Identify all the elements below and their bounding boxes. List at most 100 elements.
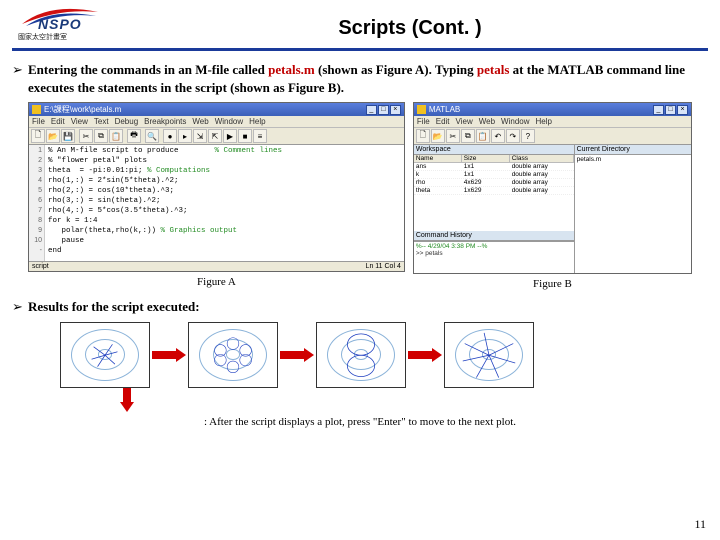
menu-edit[interactable]: Edit [436, 117, 450, 126]
menu-file[interactable]: File [32, 117, 45, 126]
paste-icon[interactable]: 📋 [476, 129, 490, 143]
copy-icon[interactable]: ⧉ [461, 129, 475, 143]
petal-curve-icon [199, 329, 267, 381]
b1-red1: petals.m [268, 62, 315, 77]
menu-web[interactable]: Web [479, 117, 495, 126]
step-icon[interactable]: ▸ [178, 129, 192, 143]
minimize-button[interactable]: _ [366, 105, 377, 115]
stop-icon[interactable]: ■ [238, 129, 252, 143]
footnote-text: : After the script displays a plot, pres… [204, 416, 516, 428]
curdir-title: Current Directory [575, 145, 691, 155]
workspace-pane[interactable]: NameSizeClass ans1x1double arrayk1x1doub… [414, 155, 574, 231]
save-icon[interactable]: 💾 [61, 129, 75, 143]
editor-body[interactable]: 12345678910- % An M-file script to produ… [29, 145, 404, 261]
logo-text: NSPO [38, 16, 82, 32]
matlab-titlebar[interactable]: MATLAB _ □ × [414, 103, 691, 116]
cut-icon[interactable]: ✂ [446, 129, 460, 143]
editor-menubar[interactable]: File Edit View Text Debug Breakpoints Web Windo… [29, 116, 404, 128]
matlab-menubar[interactable]: File Edit View Web Window Help [414, 116, 691, 128]
page-number: 11 [694, 517, 706, 532]
matlab-body: Workspace NameSizeClass ans1x1double arr… [414, 145, 691, 273]
history-title: Command History [414, 231, 574, 241]
menu-file[interactable]: File [417, 117, 430, 126]
stack-icon[interactable]: ≡ [253, 129, 267, 143]
editor-statusbar: script Ln 11 Col 4 [29, 261, 404, 271]
menu-window[interactable]: Window [501, 117, 529, 126]
menu-window[interactable]: Window [215, 117, 243, 126]
b1-red2: petals [477, 62, 510, 77]
arrow-right-icon [280, 348, 314, 362]
menu-help[interactable]: Help [249, 117, 265, 126]
bullet-1: ➢ Entering the commands in an M-file cal… [0, 57, 720, 100]
menu-help[interactable]: Help [536, 117, 552, 126]
menu-text[interactable]: Text [94, 117, 109, 126]
matlab-icon [417, 105, 426, 114]
editor-toolbar[interactable]: 🗋 📂 💾 ✂ ⧉ 📋 🖶 🔍 ● ▸ ⇲ ⇱ ▶ ■ ≡ [29, 128, 404, 145]
workspace-row[interactable]: k1x1double array [414, 171, 574, 179]
slide-title: Scripts (Cont. ) [112, 11, 708, 40]
run-icon[interactable]: ▶ [223, 129, 237, 143]
figure-b-caption: Figure B [413, 274, 692, 292]
bullet-icon: ➢ [12, 61, 23, 79]
minimize-button[interactable]: _ [653, 105, 664, 115]
matlab-toolbar[interactable]: 🗋 📂 ✂ ⧉ 📋 ↶ ↷ ? [414, 128, 691, 145]
menu-view[interactable]: View [456, 117, 473, 126]
copy-icon[interactable]: ⧉ [94, 129, 108, 143]
results-row [0, 320, 720, 388]
matlab-file-icon [32, 105, 41, 114]
cmd-line: >> petals [416, 250, 572, 257]
curdir-item[interactable]: petals.m [577, 156, 689, 163]
logo-subtitle: 國家太空計畫室 [18, 32, 67, 42]
maximize-button[interactable]: □ [665, 105, 676, 115]
curdir-pane[interactable]: petals.m [575, 155, 691, 273]
matlab-window: MATLAB _ □ × File Edit View Web Window Help 🗋… [413, 102, 692, 274]
paste-icon[interactable]: 📋 [109, 129, 123, 143]
new-icon[interactable]: 🗋 [31, 129, 45, 143]
help-icon[interactable]: ? [521, 129, 535, 143]
menu-web[interactable]: Web [192, 117, 208, 126]
menu-view[interactable]: View [71, 117, 88, 126]
status-right: Ln 11 Col 4 [366, 263, 401, 270]
step-out-icon[interactable]: ⇱ [208, 129, 222, 143]
open-icon[interactable]: 📂 [431, 129, 445, 143]
open-icon[interactable]: 📂 [46, 129, 60, 143]
menu-edit[interactable]: Edit [51, 117, 65, 126]
close-button[interactable]: × [677, 105, 688, 115]
petal-curve-icon [455, 329, 523, 381]
line-gutter: 12345678910- [29, 145, 45, 261]
nspo-logo: NSPO 國家太空計畫室 [12, 4, 112, 46]
workspace-row[interactable]: theta1x629double array [414, 187, 574, 195]
matlab-title: MATLAB [429, 105, 653, 114]
breakpoint-icon[interactable]: ● [163, 129, 177, 143]
editor-titlebar[interactable]: E:\課程\work\petals.m _ □ × [29, 103, 404, 116]
polar-plot-1 [60, 322, 150, 388]
cut-icon[interactable]: ✂ [79, 129, 93, 143]
step-in-icon[interactable]: ⇲ [193, 129, 207, 143]
history-line: %-- 4/29/04 3:38 PM --% [416, 243, 572, 250]
menu-debug[interactable]: Debug [115, 117, 139, 126]
print-icon[interactable]: 🖶 [127, 129, 141, 143]
arrow-right-icon [408, 348, 442, 362]
workspace-row[interactable]: ans1x1double array [414, 163, 574, 171]
polar-plot-4 [444, 322, 534, 388]
redo-icon[interactable]: ↷ [506, 129, 520, 143]
polar-plot-3 [316, 322, 406, 388]
bullet-icon: ➢ [12, 298, 23, 316]
petal-curve-icon [71, 329, 139, 381]
arrow-down-wrap [0, 388, 720, 412]
bullet-2: ➢ Results for the script executed: [0, 294, 720, 320]
menu-breakpoints[interactable]: Breakpoints [144, 117, 186, 126]
workspace-row[interactable]: rho4x629double array [414, 179, 574, 187]
undo-icon[interactable]: ↶ [491, 129, 505, 143]
code-area[interactable]: % An M-file script to produce % Comment … [45, 145, 404, 261]
find-icon[interactable]: 🔍 [145, 129, 159, 143]
b1-t1: Entering the commands in an M-file calle… [28, 62, 268, 77]
polar-plot-2 [188, 322, 278, 388]
close-button[interactable]: × [390, 105, 401, 115]
header-rule [12, 48, 708, 51]
history-pane[interactable]: %-- 4/29/04 3:38 PM --% >> petals [414, 241, 574, 273]
petal-curve-icon [327, 329, 395, 381]
maximize-button[interactable]: □ [378, 105, 389, 115]
workspace-title: Workspace [414, 145, 574, 155]
new-icon[interactable]: 🗋 [416, 129, 430, 143]
